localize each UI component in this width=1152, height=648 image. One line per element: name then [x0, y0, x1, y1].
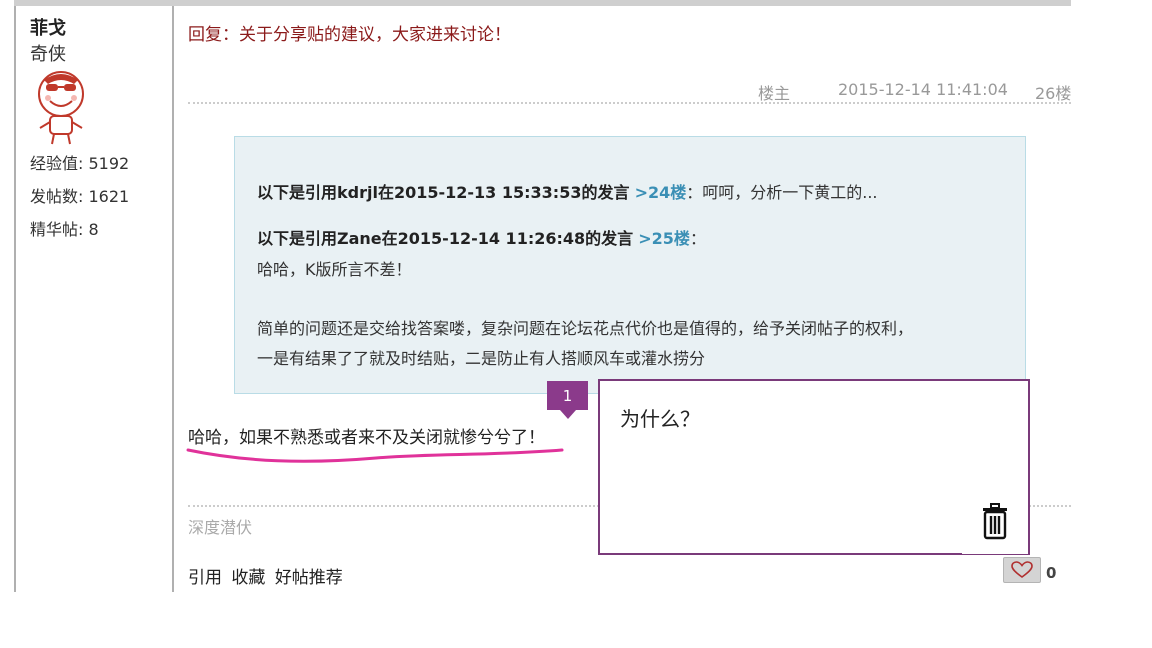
quote-snippet: ： [689, 229, 706, 248]
username[interactable]: 菲戈 [30, 14, 66, 40]
stat-featured-count: 精华帖: 8 [30, 220, 99, 239]
annotation-badge-pointer [560, 410, 576, 419]
post-floor[interactable]: 26楼 [1035, 80, 1071, 104]
quote-header: 以下是引用kdrjl在2015-12-13 15:33:53的发言 [257, 183, 630, 202]
trash-icon [983, 503, 1007, 540]
quote-text: 简单的问题还是交给找答案喽，复杂问题在论坛花点代价也是值得的，给予关闭帖子的权利… [257, 319, 914, 338]
avatar[interactable] [30, 66, 92, 146]
quote-header: 以下是引用Zane在2015-12-14 11:26:48的发言 [257, 229, 634, 248]
quote-floor-link[interactable]: >24楼 [635, 183, 687, 202]
divider [188, 102, 1071, 104]
favorite-button[interactable]: 收藏 [231, 568, 265, 588]
quote-text: 一是有结果了了就及时结贴，二是防止有人搭顺风车或灌水捞分 [257, 349, 706, 368]
signature: 深度潜伏 [188, 518, 253, 537]
post-title: 回复：关于分享贴的建议，大家进来讨论！ [188, 25, 511, 45]
recommend-button[interactable]: 好帖推荐 [275, 568, 343, 588]
heart-icon [1011, 561, 1033, 578]
post-datetime: 2015-12-14 11:41:04 [838, 80, 1008, 99]
post-role: 楼主 [758, 84, 791, 103]
quote-snippet: ：呵呵，分析一下黄工的... [686, 183, 878, 202]
quote-block: 以下是引用kdrjl在2015-12-13 15:33:53的发言 >24楼：呵… [234, 136, 1026, 394]
quote-button[interactable]: 引用 [188, 568, 222, 588]
delete-annotation-button[interactable] [962, 488, 1028, 554]
quote-line: 以下是引用Zane在2015-12-14 11:26:48的发言 >25楼： [257, 225, 706, 249]
annotation-badge[interactable]: 1 [547, 381, 588, 410]
quote-text: 哈哈，K版所言不差！ [257, 260, 412, 279]
highlight-underline [186, 448, 564, 463]
like-count: 0 [1046, 564, 1057, 582]
quote-floor-link[interactable]: >25楼 [638, 229, 690, 248]
user-rank: 奇侠 [30, 44, 66, 65]
like-button[interactable] [1003, 557, 1041, 583]
stat-post-count: 发帖数: 1621 [30, 187, 130, 206]
post-actions: 引用 收藏 好帖推荐 [188, 563, 347, 588]
annotation-comment-text[interactable]: 为什么？ [620, 403, 700, 432]
stat-experience: 经验值: 5192 [30, 154, 130, 173]
quote-line: 以下是引用kdrjl在2015-12-13 15:33:53的发言 >24楼：呵… [257, 179, 878, 203]
